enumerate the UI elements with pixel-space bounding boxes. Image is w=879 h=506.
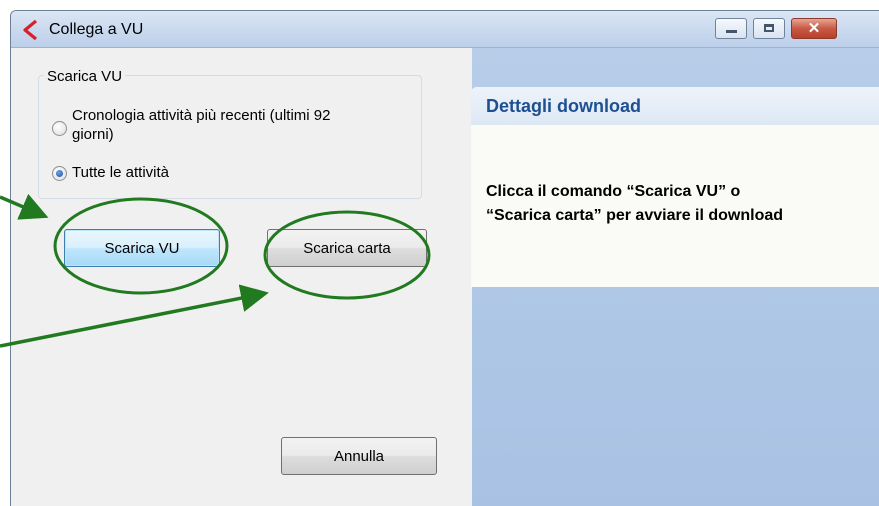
annotation-arrow-1 (0, 193, 49, 220)
annotation-arrow-2 (0, 284, 269, 348)
annotation-overlay (0, 193, 431, 348)
highlight-download-card (263, 210, 431, 300)
highlight-download-vu (53, 197, 229, 295)
